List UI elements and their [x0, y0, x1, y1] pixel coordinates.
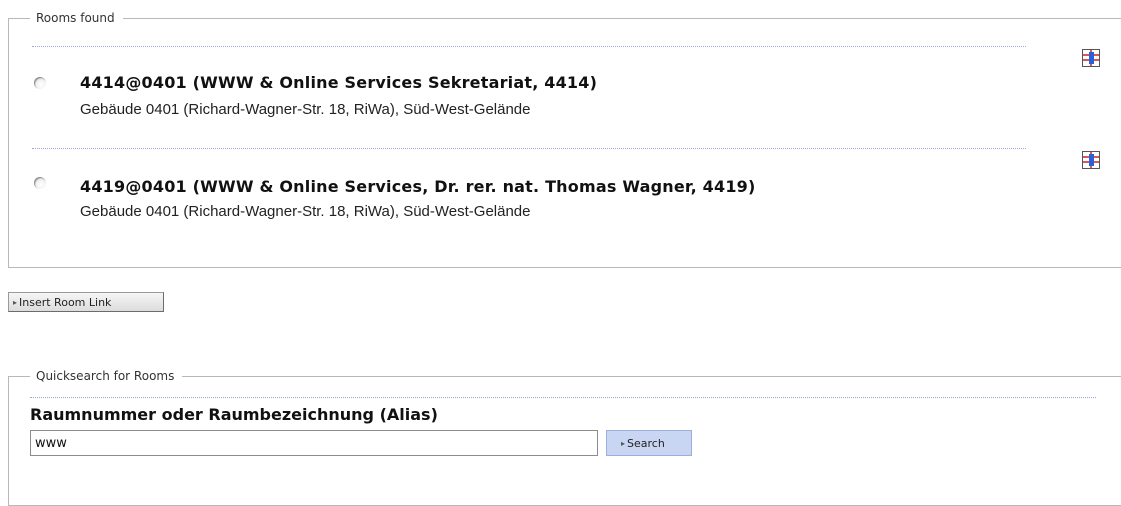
- floorplan-icon[interactable]: [1082, 49, 1100, 67]
- quicksearch-legend: Quicksearch for Rooms: [30, 368, 183, 384]
- rooms-found-fieldset: [8, 18, 1121, 268]
- room-radio[interactable]: [34, 77, 46, 89]
- room-title: 4419@0401 (WWW & Online Services, Dr. re…: [80, 177, 756, 196]
- room-radio[interactable]: [34, 177, 46, 189]
- rooms-found-legend: Rooms found: [30, 10, 123, 26]
- insert-room-link-button[interactable]: ▸ Insert Room Link: [8, 292, 164, 312]
- insert-room-link-label: Insert Room Link: [19, 295, 112, 309]
- arrow-icon: ▸: [621, 438, 626, 448]
- arrow-icon: ▸: [13, 297, 18, 307]
- room-separator: [32, 148, 1026, 149]
- room-separator: [32, 46, 1026, 47]
- search-label: Search: [627, 436, 665, 450]
- floorplan-icon[interactable]: [1082, 151, 1100, 169]
- room-title: 4414@0401 (WWW & Online Services Sekreta…: [80, 73, 598, 92]
- room-search-label: Raumnummer oder Raumbezeichnung (Alias): [30, 405, 438, 424]
- room-search-input[interactable]: [30, 430, 598, 456]
- room-subtitle: Gebäude 0401 (Richard-Wagner-Str. 18, Ri…: [80, 203, 531, 220]
- room-subtitle: Gebäude 0401 (Richard-Wagner-Str. 18, Ri…: [80, 101, 531, 118]
- quicksearch-separator: [30, 397, 1096, 398]
- search-button[interactable]: ▸ Search: [606, 430, 692, 456]
